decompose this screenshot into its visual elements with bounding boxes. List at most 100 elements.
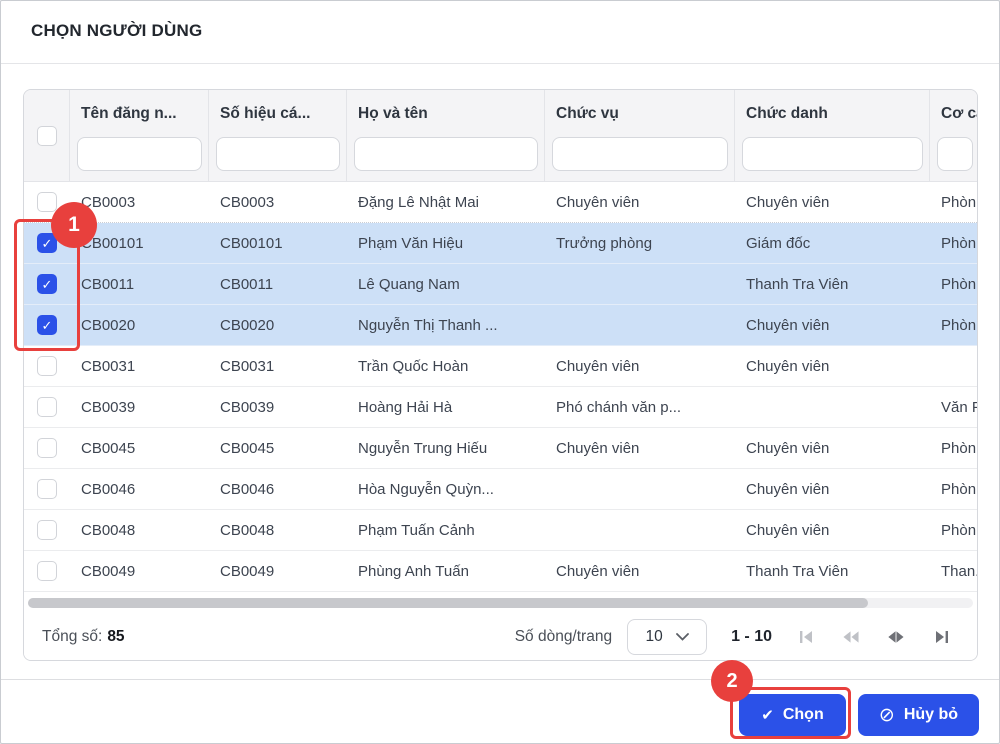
cell-username: CB0046: [70, 469, 209, 509]
column-label-org_unit: Cơ cá...: [930, 90, 978, 135]
cell-job_title: Thanh Tra Viên: [735, 551, 930, 591]
table-body: CB0003CB0003Đặng Lê Nhật MaiChuyên viênC…: [24, 182, 977, 592]
cell-job_title: Chuyên viên: [735, 346, 930, 386]
checkbox-tick-icon: ✓: [42, 278, 53, 291]
cell-position: [545, 469, 735, 509]
checkbox-tick-icon: ✓: [42, 237, 53, 250]
row-checkbox-cell: [24, 346, 70, 386]
cell-position: [545, 264, 735, 304]
table-row[interactable]: CB0049CB0049Phùng Anh TuấnChuyên viênTha…: [24, 551, 977, 592]
cell-badge_number: CB0049: [209, 551, 347, 591]
row-checkbox[interactable]: ✓: [37, 274, 57, 294]
cell-username: CB0045: [70, 428, 209, 468]
cell-full_name: Nguyễn Trung Hiếu: [347, 428, 545, 468]
row-checkbox[interactable]: [37, 520, 57, 540]
cell-job_title: Chuyên viên: [735, 305, 930, 345]
column-header-username: Tên đăng n...: [70, 90, 209, 181]
next-page-icon[interactable]: [888, 629, 904, 645]
cell-job_title: Thanh Tra Viên: [735, 264, 930, 304]
horizontal-scrollbar: [24, 592, 977, 614]
table-row[interactable]: CB0031CB0031Trần Quốc HoànChuyên viênChu…: [24, 346, 977, 387]
filter-input-position[interactable]: [552, 137, 728, 171]
cell-job_title: Giám đốc: [735, 223, 930, 263]
page-size-select[interactable]: 10: [627, 619, 707, 655]
row-checkbox-cell: [24, 469, 70, 509]
table-row[interactable]: ✓CB00101CB00101Phạm Văn HiệuTrưởng phòng…: [24, 223, 977, 264]
table-row[interactable]: CB0046CB0046Hòa Nguyễn Quỳn...Chuyên viê…: [24, 469, 977, 510]
row-checkbox[interactable]: [37, 356, 57, 376]
user-table: Tên đăng n...Số hiệu cá...Họ và tênChức …: [23, 89, 978, 661]
cell-badge_number: CB0045: [209, 428, 347, 468]
scrollbar-thumb[interactable]: [28, 598, 868, 608]
row-checkbox-cell: [24, 551, 70, 591]
row-checkbox[interactable]: [37, 192, 57, 212]
header-select-all-cell: [24, 90, 70, 181]
column-label-username: Tên đăng n...: [70, 90, 208, 135]
cell-username: CB00101: [70, 223, 209, 263]
cell-org_unit: Phòn...: [930, 182, 978, 222]
cell-username: CB0011: [70, 264, 209, 304]
cell-badge_number: CB0039: [209, 387, 347, 427]
row-checkbox[interactable]: [37, 561, 57, 581]
last-page-icon[interactable]: [933, 629, 949, 645]
cell-full_name: Trần Quốc Hoàn: [347, 346, 545, 386]
cell-org_unit: Phòn...: [930, 264, 978, 304]
select-all-checkbox[interactable]: [37, 126, 57, 146]
cancel-button-label: Hủy bỏ: [904, 706, 958, 724]
cell-full_name: Lê Quang Nam: [347, 264, 545, 304]
page-size-value: 10: [645, 628, 662, 646]
cell-job_title: Chuyên viên: [735, 428, 930, 468]
cell-position: Chuyên viên: [545, 551, 735, 591]
cell-position: [545, 305, 735, 345]
select-button-label: Chọn: [783, 706, 824, 724]
table-row[interactable]: CB0003CB0003Đặng Lê Nhật MaiChuyên viênC…: [24, 182, 977, 223]
ban-icon: ⊘: [879, 706, 895, 725]
cell-badge_number: CB0046: [209, 469, 347, 509]
row-checkbox[interactable]: [37, 479, 57, 499]
row-checkbox-cell: [24, 510, 70, 550]
row-checkbox[interactable]: ✓: [37, 315, 57, 335]
prev-page-icon[interactable]: [843, 629, 859, 645]
cell-badge_number: CB0048: [209, 510, 347, 550]
filter-input-org_unit[interactable]: [937, 137, 973, 171]
cell-position: Chuyên viên: [545, 182, 735, 222]
cancel-button[interactable]: ⊘ Hủy bỏ: [858, 694, 979, 736]
cell-org_unit: Phòn...: [930, 223, 978, 263]
pagination: Số dòng/trang 10 1 - 10: [515, 619, 961, 655]
select-button[interactable]: ✔ Chọn: [739, 694, 846, 736]
filter-input-job_title[interactable]: [742, 137, 923, 171]
cell-org_unit: Phòn...: [930, 305, 978, 345]
cell-username: CB0020: [70, 305, 209, 345]
table-row[interactable]: CB0039CB0039Hoàng Hải HàPhó chánh văn p.…: [24, 387, 977, 428]
footer-divider: [1, 679, 999, 680]
check-icon: ✔: [761, 708, 774, 723]
cell-full_name: Phạm Văn Hiệu: [347, 223, 545, 263]
row-checkbox[interactable]: ✓: [37, 233, 57, 253]
table-row[interactable]: CB0048CB0048Phạm Tuấn CảnhChuyên viênPhò…: [24, 510, 977, 551]
column-header-full_name: Họ và tên: [347, 90, 545, 181]
table-row[interactable]: ✓CB0011CB0011Lê Quang NamThanh Tra ViênP…: [24, 264, 977, 305]
cell-position: [545, 510, 735, 550]
cell-job_title: [735, 387, 930, 427]
total-value: 85: [107, 628, 124, 645]
first-page-icon[interactable]: [798, 629, 814, 645]
filter-input-full_name[interactable]: [354, 137, 538, 171]
table-row[interactable]: CB0045CB0045Nguyễn Trung HiếuChuyên viên…: [24, 428, 977, 469]
table-header: Tên đăng n...Số hiệu cá...Họ và tênChức …: [24, 90, 977, 182]
cell-badge_number: CB0031: [209, 346, 347, 386]
cell-full_name: Hòa Nguyễn Quỳn...: [347, 469, 545, 509]
filter-input-username[interactable]: [77, 137, 202, 171]
cell-position: Chuyên viên: [545, 346, 735, 386]
row-checkbox[interactable]: [37, 438, 57, 458]
row-checkbox[interactable]: [37, 397, 57, 417]
column-header-job_title: Chức danh: [735, 90, 930, 181]
cell-username: CB0049: [70, 551, 209, 591]
cell-badge_number: CB0011: [209, 264, 347, 304]
cell-org_unit: Phòn...: [930, 428, 978, 468]
filter-input-badge_number[interactable]: [216, 137, 340, 171]
row-checkbox-cell: [24, 182, 70, 222]
row-checkbox-cell: [24, 428, 70, 468]
cell-position: Phó chánh văn p...: [545, 387, 735, 427]
table-row[interactable]: ✓CB0020CB0020Nguyễn Thị Thanh ...Chuyên …: [24, 305, 977, 346]
cell-org_unit: [930, 346, 978, 386]
